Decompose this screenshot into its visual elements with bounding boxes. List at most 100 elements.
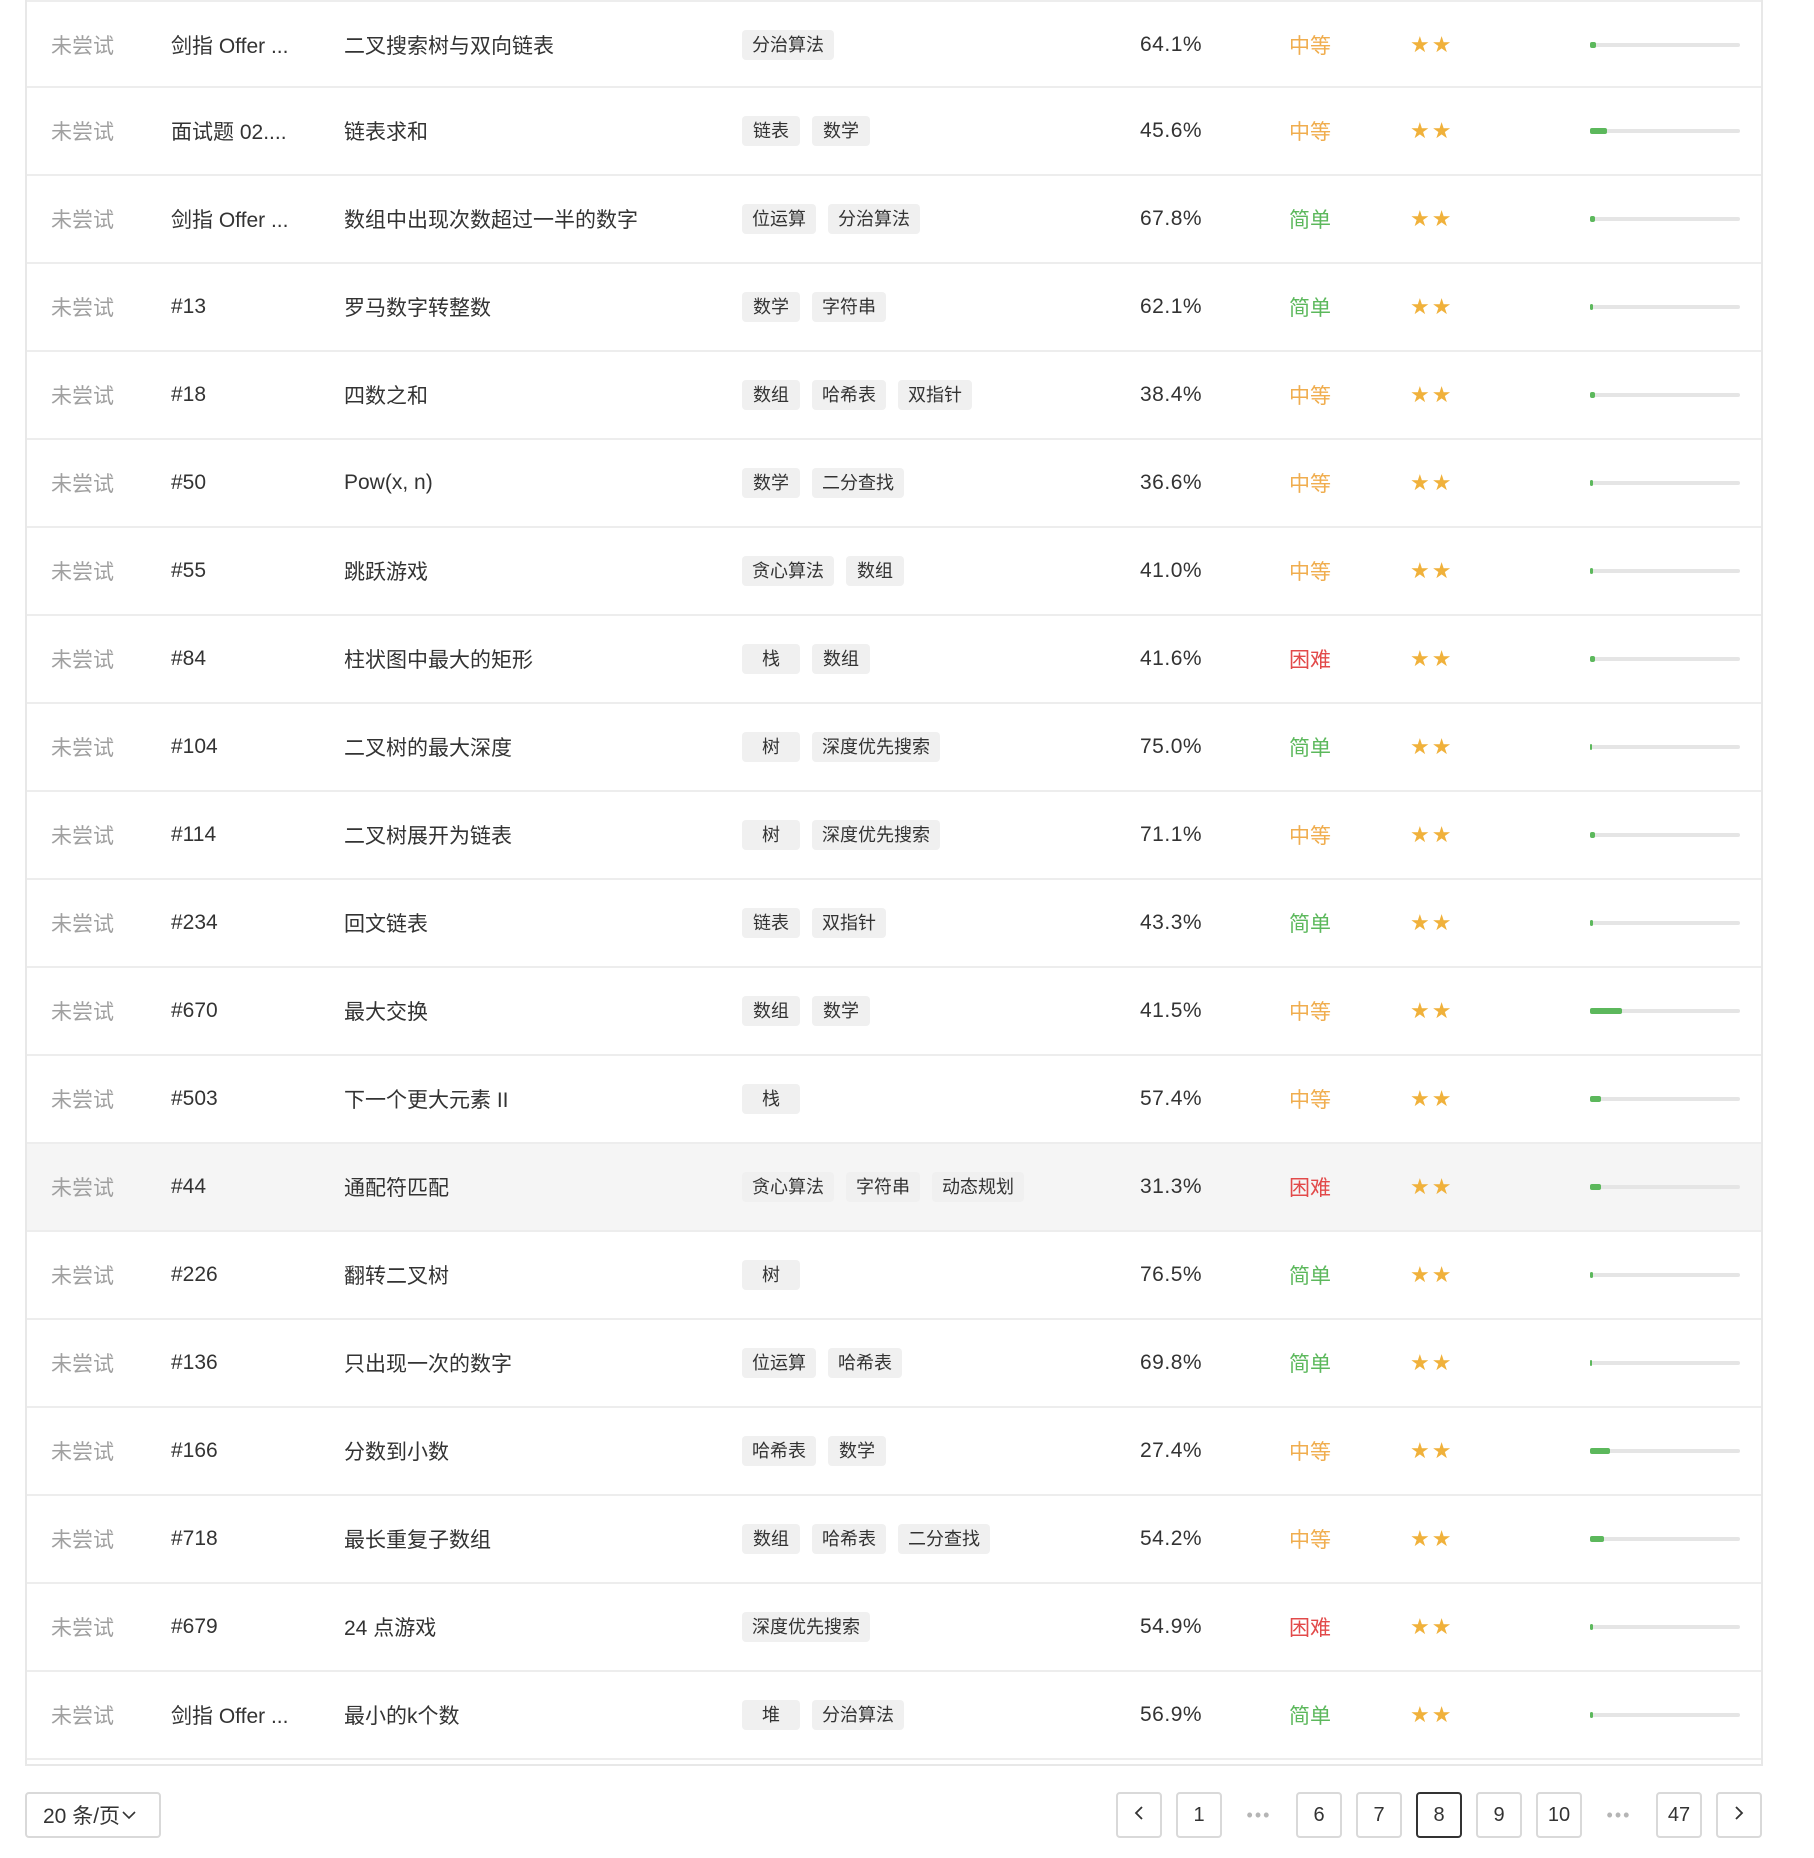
tag[interactable]: 链表 — [742, 116, 800, 146]
tag[interactable]: 位运算 — [742, 204, 816, 234]
tag[interactable]: 深度优先搜索 — [742, 1612, 870, 1642]
table-row[interactable]: 未尝试 #84 柱状图中最大的矩形 栈数组 41.6% 困难 ★★ — [27, 616, 1761, 704]
status-text: 未尝试 — [51, 1705, 114, 1728]
tag[interactable]: 深度优先搜索 — [812, 820, 940, 850]
table-row[interactable]: 未尝试 #44 通配符匹配 贪心算法 字符串 动态规划 31.3% 困难 ★★ — [27, 1144, 1761, 1232]
table-row[interactable]: 未尝试 #679 24 点游戏 深度优先搜索 54.9% 困难 ★★ — [27, 1584, 1761, 1672]
tag[interactable]: 链表 — [742, 908, 800, 938]
table-row[interactable]: 未尝试 #166 分数到小数 哈希表 数学 27.4% 中等 ★★ — [27, 1408, 1761, 1496]
tag[interactable]: 贪心算法 — [742, 556, 834, 586]
problem-title-link[interactable]: 分数到小数 — [344, 1408, 449, 1494]
star-rating: ★★ — [1410, 1438, 1454, 1463]
tag[interactable]: 哈希表 — [812, 1524, 886, 1554]
tag[interactable]: 栈 — [742, 644, 800, 674]
table-row[interactable]: 未尝试 #503 下一个更大元素 II 栈 57.4% 中等 ★★ — [27, 1056, 1761, 1144]
next-page-button[interactable] — [1716, 1792, 1762, 1838]
table-row[interactable]: 未尝试 #55 跳跃游戏 贪心算法 数组 41.0% 中等 ★★ — [27, 528, 1761, 616]
problem-title-link[interactable]: 最大交换 — [344, 968, 428, 1054]
tag[interactable]: 数组 — [846, 556, 904, 586]
tag[interactable]: 树 — [742, 732, 800, 762]
tag[interactable]: 数组 — [742, 380, 800, 410]
tag[interactable]: 树 — [742, 1260, 800, 1290]
tag[interactable]: 数组 — [742, 1524, 800, 1554]
page-button-1[interactable]: 1 — [1176, 1792, 1222, 1838]
problem-title-link[interactable]: 最小的k个数 — [344, 1672, 460, 1758]
problem-title-link[interactable]: 数组中出现次数超过一半的数字 — [344, 176, 638, 262]
tag[interactable]: 栈 — [742, 1084, 800, 1114]
prev-page-button[interactable] — [1116, 1792, 1162, 1838]
page-size-select[interactable]: 20 条/页 — [25, 1792, 161, 1838]
status-text: 未尝试 — [51, 473, 114, 496]
table-row[interactable]: 未尝试 #18 四数之和 数组 哈希表 双指针 38.4% 中等 ★★ — [27, 352, 1761, 440]
table-row[interactable]: 未尝试 #670 最大交换 数组 数学 41.5% 中等 ★★ — [27, 968, 1761, 1056]
problem-id: 剑指 Offer ... — [171, 1705, 289, 1728]
tag[interactable]: 动态规划 — [932, 1172, 1024, 1202]
problem-title-link[interactable]: 跳跃游戏 — [344, 528, 428, 614]
problem-title-link[interactable]: Pow(x, n) — [344, 440, 433, 526]
tag[interactable]: 二分查找 — [898, 1524, 990, 1554]
page-size-label: 20 条/页 — [43, 1805, 121, 1828]
pagination-ellipsis[interactable]: ••• — [1236, 1792, 1282, 1838]
page-button-9[interactable]: 9 — [1476, 1792, 1522, 1838]
tag[interactable]: 数学 — [828, 1436, 886, 1466]
tag[interactable]: 数学 — [742, 468, 800, 498]
problem-title-link[interactable]: 二叉树展开为链表 — [344, 792, 512, 878]
tag[interactable]: 堆 — [742, 1700, 800, 1730]
table-row[interactable]: 未尝试 #50 Pow(x, n) 数学 二分查找 36.6% 中等 ★★ — [27, 440, 1761, 528]
page-button-10[interactable]: 10 — [1536, 1792, 1582, 1838]
problem-title-link[interactable]: 二叉树的最大深度 — [344, 704, 512, 790]
tag[interactable]: 分治算法 — [742, 30, 834, 60]
problem-title-link[interactable]: 四数之和 — [344, 352, 428, 438]
table-row[interactable]: 未尝试 #136 只出现一次的数字 位运算 哈希表 69.8% 简单 ★★ — [27, 1320, 1761, 1408]
tag[interactable]: 哈希表 — [742, 1436, 816, 1466]
page-button-47[interactable]: 47 — [1656, 1792, 1702, 1838]
tag-list: 分治算法 — [742, 2, 834, 88]
frequency-bar — [1590, 880, 1740, 966]
table-row[interactable]: 未尝试 #114 二叉树展开为链表 树深度优先搜索 71.1% 中等 ★★ — [27, 792, 1761, 880]
table-row[interactable]: 未尝试 #104 二叉树的最大深度 树深度优先搜索 75.0% 简单 ★★ — [27, 704, 1761, 792]
tag[interactable]: 哈希表 — [828, 1348, 902, 1378]
tag[interactable]: 数学 — [812, 116, 870, 146]
problem-title-link[interactable]: 翻转二叉树 — [344, 1232, 449, 1318]
tag[interactable]: 双指针 — [898, 380, 972, 410]
table-row[interactable]: 未尝试 剑指 Offer ... 二叉搜索树与双向链表 分治算法 64.1% 中等 ★★ — [27, 0, 1761, 88]
tag[interactable]: 二分查找 — [812, 468, 904, 498]
tag[interactable]: 贪心算法 — [742, 1172, 834, 1202]
table-row[interactable]: 未尝试 剑指 Offer ... 最小的k个数 堆分治算法 56.9% 简单 ★★ — [27, 1672, 1761, 1760]
tag[interactable]: 数组 — [812, 644, 870, 674]
tag[interactable]: 数组 — [742, 996, 800, 1026]
tag[interactable]: 位运算 — [742, 1348, 816, 1378]
problem-title-link[interactable]: 下一个更大元素 II — [344, 1056, 509, 1142]
tag[interactable]: 树 — [742, 820, 800, 850]
pagination-ellipsis[interactable]: ••• — [1596, 1792, 1642, 1838]
problem-title-link[interactable]: 罗马数字转整数 — [344, 264, 491, 350]
problem-title-link[interactable]: 通配符匹配 — [344, 1144, 449, 1230]
page-button-6[interactable]: 6 — [1296, 1792, 1342, 1838]
table-row[interactable]: 未尝试 #718 最长重复子数组 数组 哈希表 二分查找 54.2% 中等 ★★ — [27, 1496, 1761, 1584]
page-button-7[interactable]: 7 — [1356, 1792, 1402, 1838]
problem-title-link[interactable]: 柱状图中最大的矩形 — [344, 616, 533, 702]
problem-title-link[interactable]: 二叉搜索树与双向链表 — [344, 2, 554, 88]
problem-title-link[interactable]: 24 点游戏 — [344, 1584, 436, 1670]
tag[interactable]: 分治算法 — [812, 1700, 904, 1730]
tag[interactable]: 字符串 — [812, 292, 886, 322]
problem-title-link[interactable]: 最长重复子数组 — [344, 1496, 491, 1582]
table-row[interactable]: 未尝试 剑指 Offer ... 数组中出现次数超过一半的数字 位运算 分治算法 67.8… — [27, 176, 1761, 264]
tag[interactable]: 数学 — [742, 292, 800, 322]
tag[interactable]: 双指针 — [812, 908, 886, 938]
problem-title-link[interactable]: 只出现一次的数字 — [344, 1320, 512, 1406]
frequency-bar — [1590, 1584, 1740, 1670]
page-button-8[interactable]: 8 — [1416, 1792, 1462, 1838]
problem-title-link[interactable]: 回文链表 — [344, 880, 428, 966]
tag[interactable]: 字符串 — [846, 1172, 920, 1202]
table-row[interactable]: 未尝试 #234 回文链表 链表 双指针 43.3% 简单 ★★ — [27, 880, 1761, 968]
table-row[interactable]: 未尝试 #226 翻转二叉树 树 76.5% 简单 ★★ — [27, 1232, 1761, 1320]
tag[interactable]: 分治算法 — [828, 204, 920, 234]
table-row[interactable]: 未尝试 面试题 02.... 链表求和 链表 数学 45.6% 中等 ★★ — [27, 88, 1761, 176]
tag[interactable]: 深度优先搜索 — [812, 732, 940, 762]
problem-title-link[interactable]: 链表求和 — [344, 88, 428, 174]
tag[interactable]: 数学 — [812, 996, 870, 1026]
table-row[interactable]: 未尝试 #13 罗马数字转整数 数学 字符串 62.1% 简单 ★★ — [27, 264, 1761, 352]
frequency-track — [1590, 1360, 1740, 1366]
tag[interactable]: 哈希表 — [812, 380, 886, 410]
